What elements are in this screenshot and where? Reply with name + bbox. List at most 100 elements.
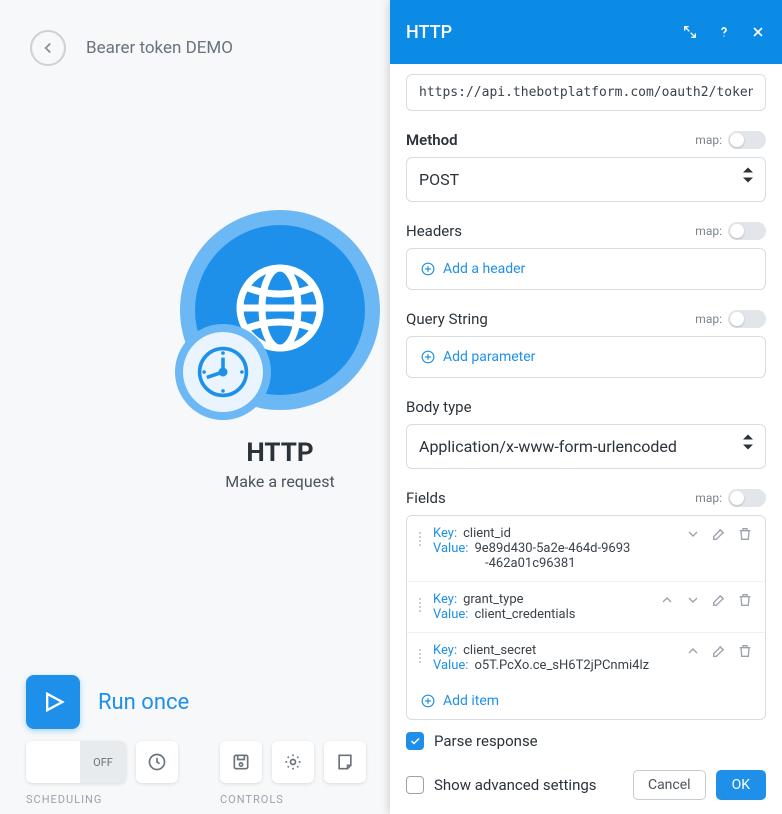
move-up-button[interactable] [685,643,701,659]
key-value: grant_type [463,592,523,607]
parse-response-label: Parse response [434,732,538,750]
key-value: client_secret [463,643,536,658]
note-icon [335,752,355,772]
back-button[interactable] [30,30,66,66]
value-text: 9e89d430-5a2e-464d-9693 [474,541,630,556]
field-content: Key: grant_typeValue: client_credentials [433,592,655,622]
show-advanced-checkbox[interactable] [406,776,424,794]
headers-map-label: map: [695,224,722,238]
delete-button[interactable] [737,643,753,659]
body-type-select[interactable]: Application/x-www-form-urlencoded [406,424,766,469]
node-subtitle: Make a request [225,472,334,491]
query-map-toggle[interactable] [728,310,766,328]
field-item: Key: client_idValue: 9e89d430-5a2e-464d-96… [407,516,765,581]
workflow-title: Bearer token DEMO [86,38,233,58]
field-item: Key: grant_typeValue: client_credentials [407,581,765,632]
url-input[interactable] [406,74,766,111]
http-node[interactable]: HTTP Make a request [150,210,410,491]
add-header-label: Add a header [443,261,525,277]
value-label: Value: [433,607,468,622]
edit-button[interactable] [711,592,727,608]
node-circle [180,210,380,410]
cancel-button[interactable]: Cancel [633,770,706,800]
http-config-panel: HTTP Method map: POST [390,0,782,814]
method-select[interactable]: POST [406,157,766,202]
drag-handle[interactable] [419,532,429,546]
panel-header: HTTP [390,0,782,64]
fields-map-label: map: [695,491,722,505]
clock-icon [196,345,250,399]
method-map-toggle[interactable] [728,131,766,149]
scheduling-toggle[interactable]: OFF [26,741,126,783]
fields-label: Fields [406,489,446,507]
expand-icon [682,24,698,40]
delete-button[interactable] [737,526,753,542]
move-down-button[interactable] [685,592,701,608]
drag-handle[interactable] [419,598,429,612]
save-icon [231,752,251,772]
plus-circle-icon [421,350,435,364]
add-parameter-button[interactable]: Add parameter [407,337,765,377]
clock-badge [175,324,271,420]
check-icon [409,735,421,747]
ok-button[interactable]: OK [716,770,766,800]
field-actions [685,643,753,659]
value-label: Value: [433,658,468,673]
value-text: client_credentials [474,607,575,622]
value-text: -462a01c96381 [485,556,681,571]
move-up-button[interactable] [659,592,675,608]
field-content: Key: client_secretValue: o5T.PcXo.ce_sH6T2… [433,643,681,673]
query-map-label: map: [695,312,722,326]
edit-button[interactable] [711,526,727,542]
key-label: Key: [433,643,457,658]
scheduling-off-label: OFF [80,741,126,783]
body-type-value: Application/x-www-form-urlencoded [419,437,677,456]
query-label: Query String [406,310,488,328]
value-label: Value: [433,541,468,556]
headers-map-toggle[interactable] [728,222,766,240]
method-map-label: map: [695,133,722,147]
body-type-label: Body type [406,398,472,416]
fields-map-toggle[interactable] [728,489,766,507]
field-item: Key: client_secretValue: o5T.PcXo.ce_sH6T2… [407,632,765,683]
field-actions [659,592,753,608]
gear-icon [283,752,303,772]
scheduling-section-label: SCHEDULING [26,793,178,806]
show-advanced-label: Show advanced settings [434,776,597,794]
save-button[interactable] [220,741,262,783]
expand-button[interactable] [682,24,698,40]
schedule-settings-button[interactable] [136,741,178,783]
key-label: Key: [433,592,457,607]
key-label: Key: [433,526,457,541]
play-icon [39,688,67,716]
controls-section-label: CONTROLS [220,793,366,806]
delete-button[interactable] [737,592,753,608]
add-field-button[interactable]: Add item [407,683,765,719]
plus-circle-icon [421,694,435,708]
drag-handle[interactable] [419,649,429,663]
node-title: HTTP [246,438,313,468]
clock-small-icon [147,752,167,772]
parse-response-checkbox[interactable] [406,732,424,750]
headers-label: Headers [406,222,462,240]
run-label[interactable]: Run once [98,690,189,715]
move-down-button[interactable] [685,526,701,542]
add-parameter-label: Add parameter [443,349,535,365]
notes-button[interactable] [324,741,366,783]
settings-button[interactable] [272,741,314,783]
help-icon [716,24,732,40]
edit-button[interactable] [711,643,727,659]
arrow-left-icon [39,39,57,57]
run-button[interactable] [26,675,80,729]
help-button[interactable] [716,24,732,40]
method-label: Method [406,131,458,149]
method-value: POST [419,170,459,189]
add-header-button[interactable]: Add a header [407,249,765,289]
value-text: o5T.PcXo.ce_sH6T2jPCnmi4lz [474,658,649,673]
key-value: client_id [463,526,511,541]
panel-title: HTTP [406,22,452,43]
field-actions [685,526,753,542]
close-icon [750,24,766,40]
add-field-label: Add item [443,693,499,709]
close-button[interactable] [750,24,766,40]
